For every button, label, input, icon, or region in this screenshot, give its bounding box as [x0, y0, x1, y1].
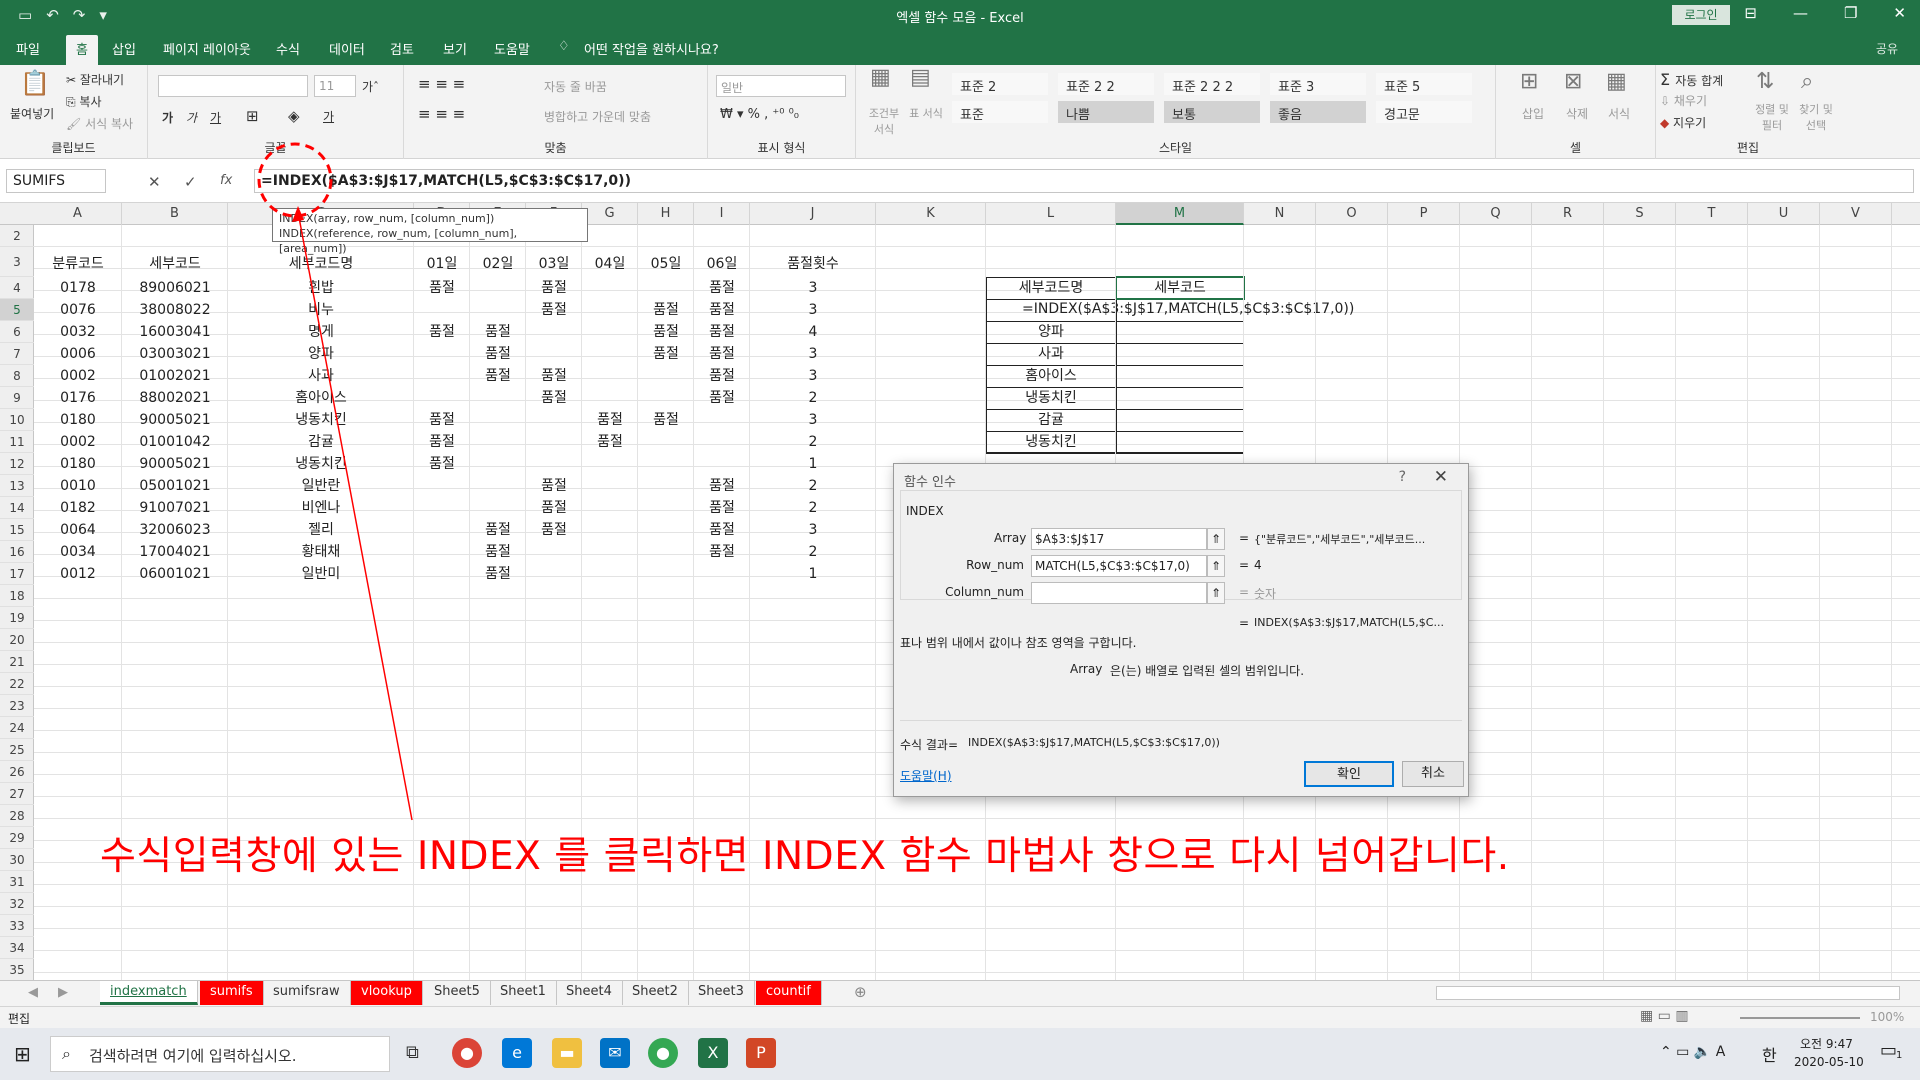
sheet-tab-countif[interactable]: countif [756, 981, 822, 1005]
column-num-result: 숫자 [1254, 587, 1277, 601]
sheet-tab-sheet2[interactable]: Sheet2 [622, 981, 689, 1005]
edge-icon[interactable]: e [502, 1038, 532, 1068]
powerpoint-taskbar-icon[interactable]: P [746, 1038, 776, 1068]
zoom-level[interactable]: 100% [1870, 1010, 1904, 1024]
annotation-text: 수식입력창에 있는 INDEX 를 클릭하면 INDEX 함수 마법사 창으로 … [100, 834, 1510, 879]
array-input[interactable]: $A$3:$J$17 [1031, 528, 1207, 550]
help-question-icon[interactable]: ? [1399, 469, 1406, 485]
chrome-icon[interactable]: ● [452, 1038, 482, 1068]
column-num-label: Column_num [945, 585, 1024, 599]
array-label: Array [994, 531, 1027, 545]
search-icon: ⌕ [62, 1044, 71, 1063]
windows-start-icon[interactable]: ⊞ [14, 1042, 31, 1066]
function-arguments-dialog: 함수 인수 ? ✕ INDEX Array $A$3:$J$17 ⇑ = {"분… [893, 463, 1469, 797]
column-num-collapse-icon[interactable]: ⇑ [1207, 582, 1225, 604]
row-num-label: Row_num [966, 558, 1024, 572]
taskbar-search-box[interactable]: 검색하려면 여기에 입력하십시오. [50, 1036, 390, 1072]
argument-description: 은(는) 배열로 입력된 셀의 범위입니다. [1110, 664, 1305, 678]
excel-taskbar-icon[interactable]: X [698, 1038, 728, 1068]
sheet-tab-sumifs[interactable]: sumifs [200, 981, 264, 1005]
array-collapse-icon[interactable]: ⇑ [1207, 528, 1225, 550]
overall-result: INDEX($A$3:$J$17,MATCH(L5,$C... [1254, 616, 1444, 629]
notification-count: 1 [1896, 1050, 1903, 1061]
next-sheet-icon[interactable]: ▶ [58, 985, 68, 1000]
cancel-button[interactable]: 취소 [1402, 761, 1464, 787]
dialog-divider [900, 720, 1462, 721]
task-view-icon[interactable]: ⧉ [406, 1042, 419, 1063]
system-tray-icons[interactable]: ⌃ ▭ 🔈 A [1660, 1044, 1725, 1060]
row-num-result: 4 [1254, 558, 1262, 572]
column-num-equals: = [1239, 585, 1250, 599]
annotation-arrow-line [297, 211, 413, 821]
column-num-input[interactable] [1031, 582, 1207, 604]
formula-result: INDEX($A$3:$J$17,MATCH(L5,$C$3:$C$17,0)) [968, 736, 1220, 749]
add-sheet-icon[interactable]: ⊕ [854, 983, 867, 1001]
sheet-tab-sheet1[interactable]: Sheet1 [490, 981, 557, 1005]
function-description: 표나 범위 내에서 값이나 참조 영역을 구합니다. [900, 636, 1137, 650]
sheet-tab-indexmatch[interactable]: indexmatch [100, 981, 198, 1005]
sheet-tab-sheet5[interactable]: Sheet5 [424, 981, 491, 1005]
file-explorer-icon[interactable]: ▬ [552, 1038, 582, 1068]
status-bar: 편집 ▦ ▭ ▥ 100% [0, 1006, 1920, 1028]
sheet-tab-sheet3[interactable]: Sheet3 [688, 981, 755, 1005]
dialog-title: 함수 인수 [904, 475, 956, 490]
array-result: {"분류코드","세부코드","세부코드... [1254, 533, 1426, 546]
windows-taskbar: ⊞ 검색하려면 여기에 입력하십시오. ⌕ ⧉ ● e ▬ ✉ ● X P ⌃ … [0, 1028, 1920, 1080]
help-link[interactable]: 도움말(H) [900, 767, 952, 784]
argument-name: Array [1070, 662, 1103, 676]
row-num-equals: = [1239, 558, 1250, 572]
dialog-close-icon[interactable]: ✕ [1434, 467, 1448, 487]
array-equals: = [1239, 531, 1250, 545]
ok-button[interactable]: 확인 [1304, 761, 1394, 787]
zoom-slider[interactable] [1740, 1017, 1860, 1019]
excel-window: { "titlebar": {"title": "엑셀 함수 모음 - Exce… [0, 0, 1920, 1080]
ime-indicator[interactable]: 한 [1762, 1042, 1777, 1066]
overall-equals: = [1239, 616, 1250, 630]
sheet-tab-sheet4[interactable]: Sheet4 [556, 981, 623, 1005]
sheet-tab-vlookup[interactable]: vlookup [351, 981, 423, 1005]
sheet-tab-bar: ◀ ▶ indexmatch sumifs sumifsraw vlookup … [0, 980, 1920, 1006]
clock-time[interactable]: 오전 9:47 [1800, 1035, 1853, 1052]
formula-result-label: 수식 결과= [900, 738, 959, 752]
highlight-circle [257, 142, 333, 218]
chrome-profile-icon[interactable]: ● [648, 1038, 678, 1068]
status-mode: 편집 [8, 1012, 31, 1026]
row-num-input[interactable]: MATCH(L5,$C$3:$C$17,0) [1031, 555, 1207, 577]
horizontal-scrollbar[interactable] [1436, 986, 1900, 1000]
sheet-tab-sumifsraw[interactable]: sumifsraw [263, 981, 351, 1005]
clock-date[interactable]: 2020-05-10 [1794, 1055, 1864, 1069]
row-num-collapse-icon[interactable]: ⇑ [1207, 555, 1225, 577]
notification-icon[interactable]: ▭ [1880, 1040, 1897, 1061]
normal-view-icon[interactable]: ▦ ▭ ▥ [1640, 1008, 1689, 1024]
mail-icon[interactable]: ✉ [600, 1038, 630, 1068]
prev-sheet-icon[interactable]: ◀ [28, 985, 38, 1000]
function-name: INDEX [906, 504, 944, 518]
